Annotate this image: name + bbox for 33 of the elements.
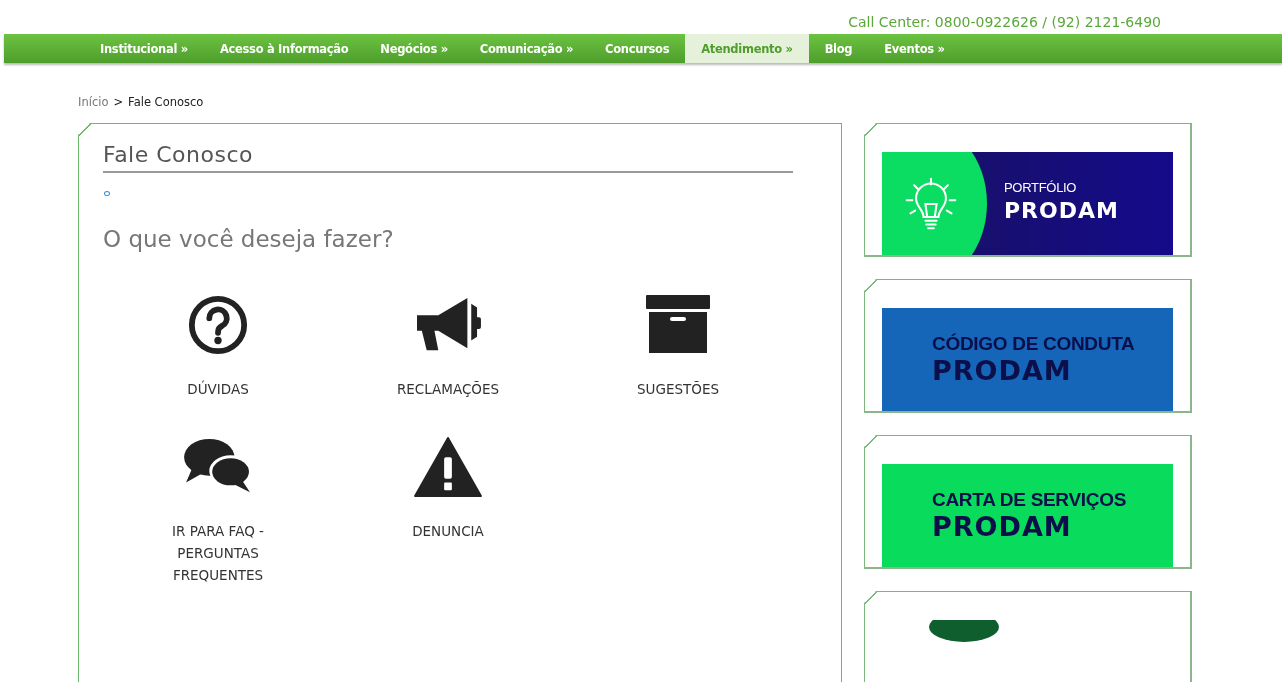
option-link[interactable]: RECLAMAÇÕES [378, 378, 518, 400]
page-title: Fale Conosco [103, 142, 793, 173]
light-bulb-icon [903, 175, 959, 232]
option-link[interactable]: DENUNCIA [378, 520, 518, 542]
archive-box-icon[interactable] [645, 294, 711, 356]
breadcrumb-current: Fale Conosco [128, 95, 204, 109]
banner[interactable]: CÓDIGO DE CONDUTA PRODAM [882, 308, 1173, 411]
option-link[interactable]: IR PARA FAQ - PERGUNTAS FREQUENTES [148, 520, 288, 586]
breadcrumb-separator: > [113, 95, 124, 109]
warning-icon[interactable] [413, 436, 483, 498]
nav-item[interactable]: Comunicação » [463, 34, 590, 63]
brand-logo-text: PRODAM [932, 510, 1072, 543]
option-link[interactable]: SUGESTÕES [608, 378, 748, 400]
option-link[interactable]: DÚVIDAS [148, 378, 288, 400]
brand-logo-text: PRODAM [1004, 197, 1119, 225]
banner-caption: PORTFÓLIO [1004, 180, 1077, 195]
nav-item[interactable]: Negócios » [364, 34, 464, 63]
brand-logo-text: PRODAM [932, 354, 1072, 387]
banner[interactable]: CARTA DE SERVIÇOS PRODAM [882, 464, 1173, 567]
banner[interactable]: PORTFÓLIO PRODAM [882, 152, 1173, 255]
breadcrumb-link[interactable]: Início [78, 95, 109, 109]
nav-item[interactable]: Concursos [589, 34, 686, 63]
call-center-text: Call Center: 0800-0922626 / (92) 2121-6490 [848, 14, 1161, 30]
nav-item[interactable]: Eventos » [868, 34, 961, 63]
banner-caption: CARTA DE SERVIÇOS [932, 488, 1127, 511]
nav-item[interactable]: Acesso à Informação [203, 34, 365, 63]
question-icon[interactable] [187, 294, 249, 356]
banner-caption: CÓDIGO DE CONDUTA [932, 332, 1135, 355]
nav-item[interactable]: Atendimento » [685, 34, 809, 63]
nav-item[interactable]: Institucional » [84, 34, 204, 63]
rounded-shape [929, 620, 999, 642]
question-heading: O que você deseja fazer? [103, 226, 395, 252]
nav-item[interactable]: Blog [808, 34, 869, 63]
